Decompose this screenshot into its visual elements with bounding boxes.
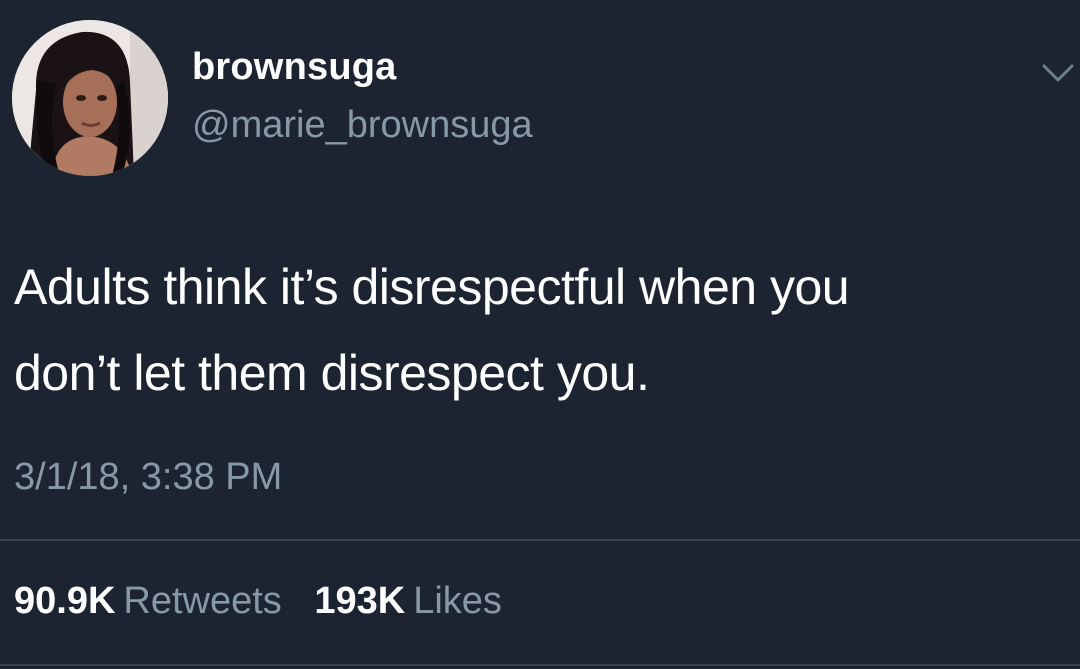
- divider: [0, 664, 1080, 666]
- retweets-count: 90.9K: [14, 580, 116, 622]
- retweets-stat[interactable]: 90.9K Retweets: [14, 578, 282, 624]
- tweet-stats: 90.9K Retweets 193K Likes: [14, 578, 524, 624]
- tweet-text-line: Adults think it’s disrespectful when you: [14, 259, 850, 315]
- divider: [0, 539, 1080, 541]
- tweet-text: Adults think it’s disrespectful when you…: [14, 244, 1064, 416]
- tweet-text-line: don’t let them disrespect you.: [14, 345, 650, 401]
- user-handle[interactable]: @marie_brownsuga: [192, 102, 533, 148]
- tweet-timestamp[interactable]: 3/1/18, 3:38 PM: [14, 454, 282, 500]
- display-name[interactable]: brownsuga: [192, 44, 396, 90]
- avatar-image: [12, 20, 168, 176]
- likes-stat[interactable]: 193K Likes: [314, 578, 502, 624]
- tweet-menu-button[interactable]: [1038, 58, 1078, 88]
- chevron-down-icon: [1042, 64, 1074, 82]
- likes-label: Likes: [413, 580, 502, 622]
- avatar[interactable]: [12, 20, 168, 176]
- tweet-card: brownsuga @marie_brownsuga Adults think …: [0, 0, 1080, 669]
- retweets-label: Retweets: [123, 580, 282, 622]
- likes-count: 193K: [314, 580, 406, 622]
